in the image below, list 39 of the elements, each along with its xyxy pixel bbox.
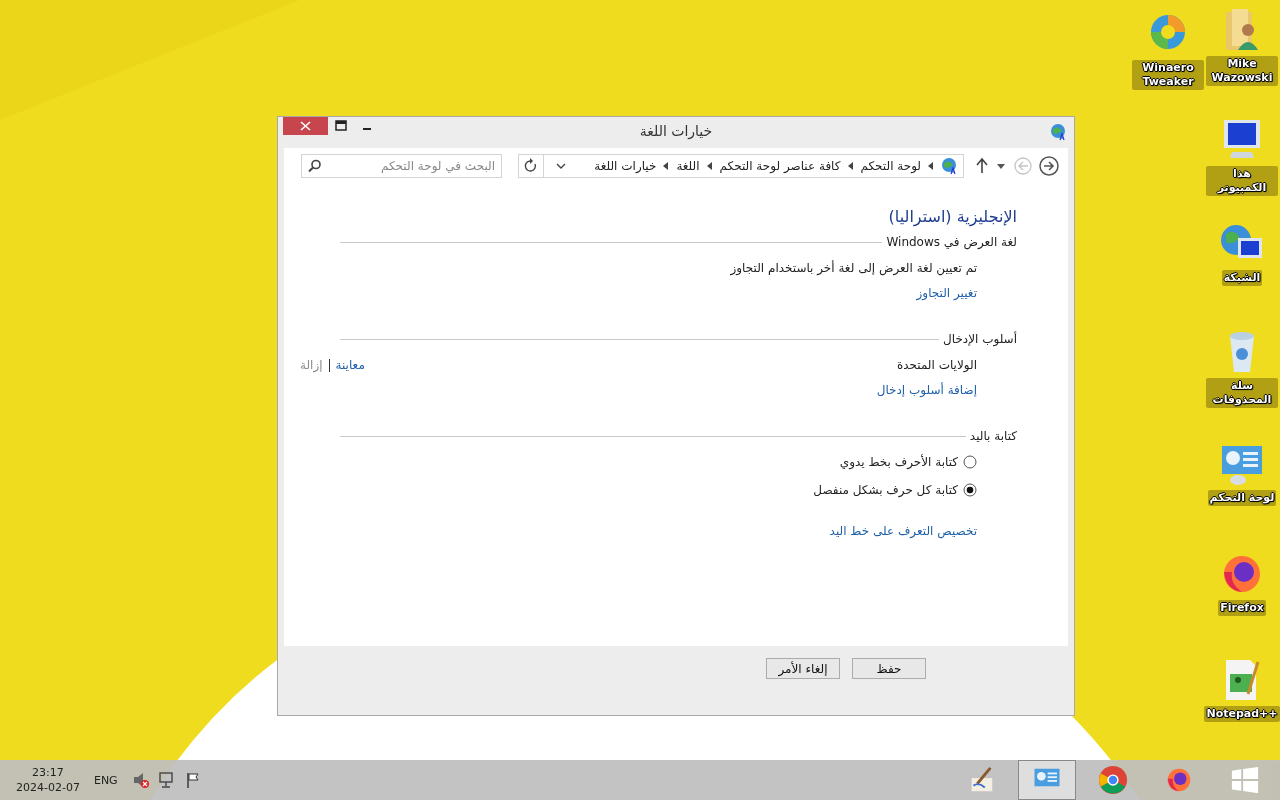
radio-option[interactable]: كتابة كل حرف بشكل منفصل: [813, 483, 977, 497]
network-icon[interactable]: [157, 771, 176, 789]
chevron-icon: [662, 161, 671, 171]
input-method-name: الولايات المتحدة: [896, 358, 977, 372]
search-field[interactable]: البحث في لوحة التحكم: [301, 154, 502, 178]
radio-option[interactable]: كتابة الأحرف بخط يدوي: [839, 455, 977, 469]
link[interactable]: إضافة أسلوب إدخال: [876, 383, 977, 397]
radio-button[interactable]: [963, 483, 977, 497]
radio-button[interactable]: [963, 455, 977, 469]
breadcrumb[interactable]: اللغة: [676, 159, 700, 173]
language-globe-icon: [1050, 123, 1068, 141]
forward-button[interactable]: [1038, 155, 1060, 177]
dialog-button[interactable]: إلغاء الأمر: [766, 658, 840, 679]
muted-speaker-icon[interactable]: [131, 771, 150, 789]
window-title: خيارات اللغة: [639, 123, 713, 139]
section-title: لغة العرض في Windows: [886, 235, 1017, 249]
clock[interactable]: 23:17 2024-02-07: [16, 765, 80, 795]
windows-logo-icon: [1230, 765, 1260, 795]
chrome-icon: [1098, 765, 1128, 795]
dialog-button[interactable]: حفظ: [852, 658, 926, 679]
page-heading: الإنجليزية (استراليا): [887, 207, 1017, 226]
chevron-icon: [705, 161, 714, 171]
address-bar[interactable]: لوحة التحكم كافة عناصر لوحة التحكم اللغة خيارات اللغة: [518, 154, 964, 178]
breadcrumb[interactable]: لوحة التحكم: [860, 159, 921, 173]
taskbar-button[interactable]: [1018, 760, 1076, 800]
link[interactable]: تخصيص التعرف على خط اليد: [829, 524, 977, 538]
breadcrumb[interactable]: خيارات اللغة: [594, 159, 657, 173]
language-indicator[interactable]: ENG: [93, 773, 118, 787]
chevron-icon: [846, 161, 855, 171]
link[interactable]: معاينة: [335, 358, 365, 372]
close-button[interactable]: [283, 117, 328, 135]
language-globe-icon: [941, 157, 959, 175]
breadcrumb[interactable]: كافة عناصر لوحة التحكم: [719, 159, 841, 173]
search-icon: [307, 158, 323, 174]
link[interactable]: تغيير التجاوز: [916, 286, 977, 300]
section-title: أسلوب الإدخال: [943, 332, 1017, 346]
chevron-icon: [927, 161, 935, 171]
section-title: كتابة باليد: [969, 429, 1017, 443]
description-text: تم تعيين لغة العرض إلى لغة أخر باستخدام التجاوز: [729, 260, 977, 276]
